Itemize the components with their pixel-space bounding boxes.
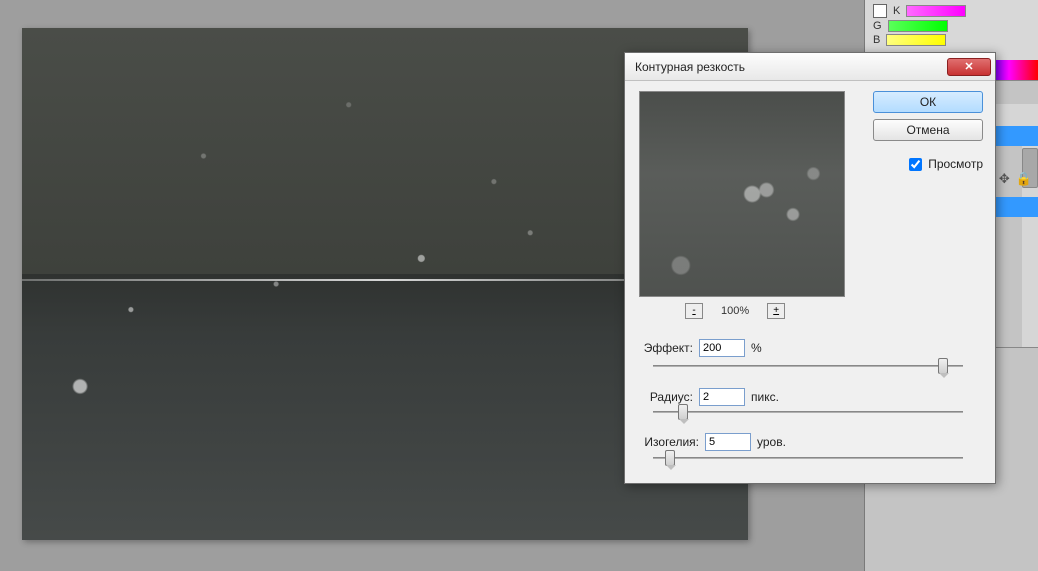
- radius-input[interactable]: [699, 388, 745, 406]
- channel-k-swatch: [873, 4, 887, 18]
- preview-checkbox[interactable]: [909, 158, 922, 171]
- channel-k-bar: [906, 5, 966, 17]
- threshold-row: Изогелия: уров.: [639, 433, 786, 451]
- zoom-controls: - 100% +: [685, 303, 785, 319]
- zoom-out-button[interactable]: -: [685, 303, 703, 319]
- amount-unit: %: [751, 341, 762, 355]
- dialog-titlebar[interactable]: Контурная резкость ✕: [625, 53, 995, 81]
- channels-panel: K G B: [864, 0, 1038, 60]
- dialog-title: Контурная резкость: [635, 60, 745, 74]
- cancel-button[interactable]: Отмена: [873, 119, 983, 141]
- unsharp-mask-dialog: Контурная резкость ✕ - 100% + ОК Отмена …: [624, 52, 996, 484]
- amount-row: Эффект: %: [639, 339, 762, 357]
- close-button[interactable]: ✕: [947, 58, 991, 76]
- panel-footer-icons: ✥ 🔒: [999, 171, 1032, 187]
- lock-icon[interactable]: 🔒: [1016, 171, 1032, 187]
- channel-k-row[interactable]: K: [873, 4, 1030, 18]
- amount-input[interactable]: [699, 339, 745, 357]
- ok-button[interactable]: ОК: [873, 91, 983, 113]
- channel-b-bar: [886, 34, 946, 46]
- radius-slider-thumb[interactable]: [678, 404, 688, 420]
- move-icon[interactable]: ✥: [999, 171, 1010, 187]
- radius-unit: пикс.: [751, 390, 779, 404]
- amount-slider-thumb[interactable]: [938, 358, 948, 374]
- threshold-unit: уров.: [757, 435, 786, 449]
- channel-label: K: [893, 5, 900, 17]
- radius-label: Радиус:: [639, 390, 693, 404]
- channel-g-bar: [888, 20, 948, 32]
- preview-checkbox-label: Просмотр: [928, 157, 983, 171]
- threshold-slider[interactable]: [653, 457, 963, 459]
- channel-label: B: [873, 34, 880, 46]
- channel-g-row[interactable]: G: [873, 20, 1030, 32]
- threshold-label: Изогелия:: [639, 435, 699, 449]
- dialog-body: - 100% + ОК Отмена Просмотр Эффект: % Ра…: [625, 81, 995, 483]
- radius-slider[interactable]: [653, 411, 963, 413]
- channel-label: G: [873, 20, 882, 32]
- preview-checkbox-row: Просмотр: [909, 157, 983, 171]
- zoom-in-button[interactable]: +: [767, 303, 785, 319]
- threshold-slider-thumb[interactable]: [665, 450, 675, 466]
- dialog-buttons: ОК Отмена: [873, 91, 983, 141]
- amount-slider[interactable]: [653, 365, 963, 367]
- filter-preview[interactable]: [639, 91, 845, 297]
- threshold-input[interactable]: [705, 433, 751, 451]
- close-icon: ✕: [964, 60, 973, 73]
- radius-row: Радиус: пикс.: [639, 388, 779, 406]
- amount-label: Эффект:: [639, 341, 693, 355]
- zoom-value: 100%: [721, 305, 749, 317]
- channel-b-row[interactable]: B: [873, 34, 1030, 46]
